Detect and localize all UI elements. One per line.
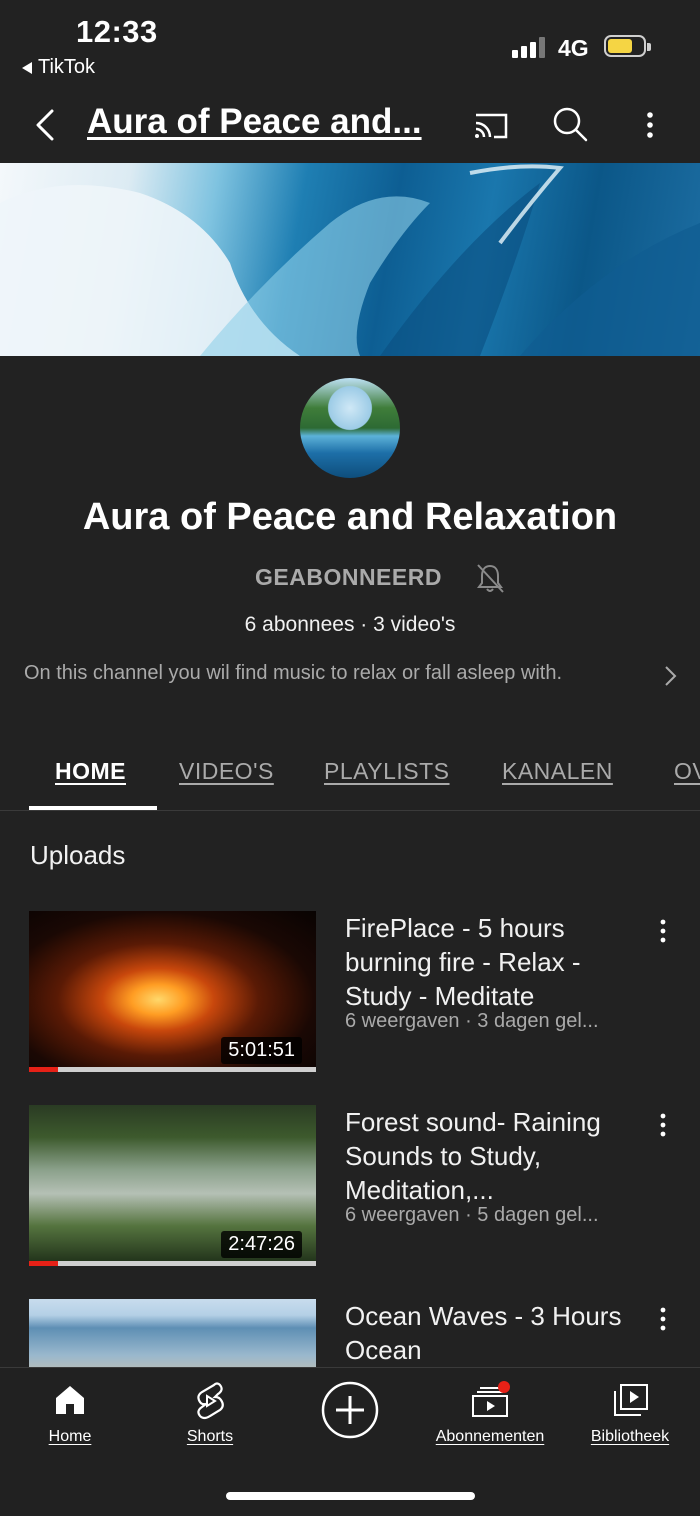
more-options-icon[interactable]: [628, 103, 672, 147]
video-meta: 6 weergaven · 5 dagen gel...: [345, 1204, 599, 1226]
tab-videos[interactable]: VIDEO'S: [179, 758, 274, 785]
library-icon: [614, 1384, 648, 1416]
home-indicator: [226, 1492, 475, 1500]
status-bar: 12:33 TikTok 4G: [0, 0, 700, 95]
video-item[interactable]: Ocean Waves - 3 Hours Ocean: [0, 1299, 700, 1367]
search-icon[interactable]: [548, 103, 592, 147]
video-thumbnail[interactable]: 5:01:51: [29, 911, 316, 1072]
home-icon: [56, 1386, 84, 1414]
back-arrow-icon[interactable]: [28, 105, 68, 145]
nav-shorts[interactable]: Shorts: [140, 1368, 280, 1458]
battery-icon: [604, 35, 651, 57]
channel-description[interactable]: On this channel you wil find music to re…: [24, 662, 562, 685]
nav-shorts-label: Shorts: [186, 1428, 234, 1445]
page-title: Aura of Peace and...: [87, 102, 422, 141]
create-plus-icon: [321, 1381, 379, 1439]
video-title[interactable]: Forest sound- Raining Sounds to Study, M…: [345, 1105, 635, 1207]
nav-subscriptions-label: Abonnementen: [435, 1428, 545, 1445]
video-title[interactable]: FirePlace - 5 hours burning fire - Relax…: [345, 911, 635, 1013]
tab-playlists[interactable]: PLAYLISTS: [324, 758, 450, 785]
signal-icon: [512, 36, 545, 58]
back-app-label: TikTok: [38, 56, 96, 78]
tab-channels[interactable]: KANALEN: [502, 758, 613, 785]
status-time: 12:33: [76, 14, 158, 49]
video-more-icon[interactable]: [652, 917, 674, 945]
video-title[interactable]: Ocean Waves - 3 Hours Ocean: [345, 1299, 635, 1367]
video-more-icon[interactable]: [652, 1305, 674, 1333]
video-duration: 2:47:26: [221, 1231, 302, 1258]
watch-progress: [29, 1067, 316, 1072]
channel-tabs: HOME VIDEO'S PLAYLISTS KANALEN OV: [0, 740, 700, 811]
chevron-right-icon[interactable]: [660, 664, 680, 688]
cast-icon[interactable]: [468, 103, 512, 147]
tab-home[interactable]: HOME: [55, 758, 126, 785]
shorts-icon: [197, 1382, 224, 1420]
nav-home-label: Home: [48, 1428, 92, 1445]
video-thumbnail[interactable]: [29, 1299, 316, 1367]
tab-about[interactable]: OV: [674, 758, 700, 785]
top-app-bar: Aura of Peace and...: [0, 95, 700, 163]
section-title: Uploads: [30, 840, 126, 870]
channel-stats: 6 abonnees · 3 video's: [244, 613, 456, 636]
back-to-app-link[interactable]: TikTok: [22, 56, 95, 79]
nav-home[interactable]: Home: [0, 1368, 140, 1458]
channel-name: Aura of Peace and Relaxation: [82, 496, 618, 538]
video-item[interactable]: 5:01:51 FirePlace - 5 hours burning fire…: [0, 911, 700, 1076]
nav-library-label: Bibliotheek: [590, 1428, 670, 1445]
nav-create[interactable]: [280, 1368, 420, 1458]
notification-bell-off-icon[interactable]: [472, 560, 508, 596]
subscriptions-icon: [472, 1381, 510, 1417]
back-triangle-icon: [22, 61, 32, 74]
video-item[interactable]: 2:47:26 Forest sound- Raining Sounds to …: [0, 1105, 700, 1270]
video-duration: 5:01:51: [221, 1037, 302, 1064]
nav-subscriptions[interactable]: Abonnementen: [420, 1368, 560, 1458]
watch-progress: [29, 1261, 316, 1266]
video-more-icon[interactable]: [652, 1111, 674, 1139]
video-thumbnail[interactable]: 2:47:26: [29, 1105, 316, 1266]
active-tab-indicator: [29, 806, 157, 810]
channel-banner: [0, 163, 700, 356]
subscribed-button[interactable]: GEABONNEERD: [255, 564, 442, 591]
channel-avatar[interactable]: [300, 378, 400, 478]
network-type: 4G: [558, 35, 589, 61]
nav-library[interactable]: Bibliotheek: [560, 1368, 700, 1458]
subscription-row: GEABONNEERD: [0, 560, 700, 600]
video-meta: 6 weergaven · 3 dagen gel...: [345, 1010, 599, 1032]
